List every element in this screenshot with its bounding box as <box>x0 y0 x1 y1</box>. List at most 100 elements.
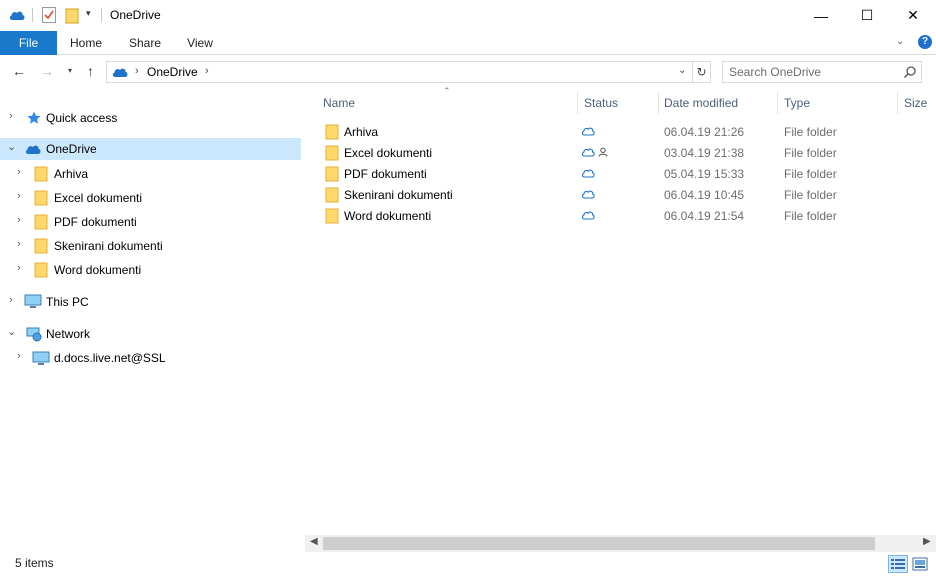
collapse-chevron-icon[interactable]: ⌄ <box>7 140 16 153</box>
tab-home[interactable]: Home <box>62 31 110 55</box>
help-icon[interactable]: ? <box>918 35 932 49</box>
minimize-button[interactable]: — <box>798 0 844 31</box>
forward-arrow-icon[interactable]: → <box>40 63 54 79</box>
nav-item-label: Arhiva <box>54 167 89 181</box>
tab-share[interactable]: Share <box>122 31 168 55</box>
close-button[interactable]: ✕ <box>890 0 936 31</box>
breadcrumb-onedrive[interactable]: OneDrive <box>147 65 198 79</box>
horizontal-scrollbar[interactable]: ◀ ▶ <box>305 535 936 552</box>
properties-icon[interactable] <box>42 7 56 23</box>
column-divider[interactable] <box>577 92 578 114</box>
column-divider[interactable] <box>658 92 659 114</box>
cloud-status-icon <box>581 188 595 202</box>
nav-item-pdf-dokumenti[interactable]: › PDF dokumenti <box>0 211 301 233</box>
network-drive-icon <box>32 350 50 369</box>
column-header-row: ⌃ Name Status Date modified Type Size <box>305 86 936 117</box>
file-date: 03.04.19 21:38 <box>664 146 745 160</box>
nav-item-network-drive[interactable]: › d.docs.live.net@SSL <box>0 347 301 369</box>
expand-chevron-icon[interactable]: › <box>17 190 21 202</box>
column-header-size[interactable]: Size <box>904 96 927 110</box>
network-icon <box>24 326 42 345</box>
expand-chevron-icon[interactable]: › <box>17 238 21 250</box>
status-bar: 5 items <box>0 552 936 576</box>
cloud-status-icon <box>581 209 595 223</box>
scrollbar-thumb[interactable] <box>323 537 875 550</box>
nav-item-label: Skenirani dokumenti <box>54 239 163 253</box>
scroll-right-arrow-icon[interactable]: ▶ <box>923 536 931 547</box>
onedrive-cloud-icon[interactable] <box>8 8 26 25</box>
onedrive-cloud-icon <box>111 66 129 81</box>
nav-item-network[interactable]: ⌄ Network <box>0 323 301 345</box>
file-row[interactable]: Arhiva 06.04.19 21:26 File folder <box>305 121 905 142</box>
nav-item-word-dokumenti[interactable]: › Word dokumenti <box>0 259 301 281</box>
tab-file[interactable]: File <box>0 31 57 55</box>
file-date: 06.04.19 21:26 <box>664 125 745 139</box>
folder-icon <box>34 214 48 233</box>
nav-item-excel-dokumenti[interactable]: › Excel dokumenti <box>0 187 301 209</box>
file-row[interactable]: PDF dokumenti 05.04.19 15:33 File folder <box>305 163 905 184</box>
up-arrow-icon[interactable]: ↑ <box>87 63 94 79</box>
cloud-status-icon <box>581 167 595 181</box>
tab-view[interactable]: View <box>180 31 220 55</box>
details-view-icon[interactable] <box>888 555 908 573</box>
file-row[interactable]: Word dokumenti 06.04.19 21:54 File folde… <box>305 205 905 226</box>
nav-item-skenirani-dokumenti[interactable]: › Skenirani dokumenti <box>0 235 301 257</box>
scroll-left-arrow-icon[interactable]: ◀ <box>310 536 318 547</box>
refresh-icon[interactable]: ↻ <box>693 61 711 83</box>
expand-chevron-icon[interactable]: › <box>17 166 21 178</box>
back-arrow-icon[interactable]: ← <box>12 63 26 79</box>
file-row[interactable]: Excel dokumenti 03.04.19 21:38 File fold… <box>305 142 905 163</box>
cloud-status-icon <box>581 146 595 160</box>
address-bar[interactable]: › OneDrive › ⌄ <box>106 61 693 83</box>
maximize-button[interactable]: ☐ <box>844 0 890 31</box>
nav-item-arhiva[interactable]: › Arhiva <box>0 163 301 185</box>
nav-item-label: This PC <box>46 295 89 309</box>
file-date: 06.04.19 10:45 <box>664 188 745 202</box>
column-header-date-modified[interactable]: Date modified <box>664 96 738 110</box>
file-row[interactable]: Skenirani dokumenti 06.04.19 10:45 File … <box>305 184 905 205</box>
nav-item-label: Network <box>46 327 91 341</box>
expand-ribbon-icon[interactable]: ⌄ <box>896 36 904 47</box>
folder-icon <box>325 145 339 164</box>
expand-chevron-icon[interactable]: › <box>17 262 21 274</box>
column-header-name[interactable]: Name <box>323 96 355 110</box>
toolbar-separator <box>32 8 33 22</box>
nav-item-label: Quick access <box>46 111 118 125</box>
customize-toolbar-dropdown-icon[interactable]: ▾ <box>86 8 91 19</box>
ribbon-tabs: File Home Share View ⌄ ? <box>0 31 936 55</box>
large-icons-view-icon[interactable] <box>910 555 930 573</box>
window-title: OneDrive <box>110 8 161 22</box>
column-header-status[interactable]: Status <box>584 96 618 110</box>
folder-icon <box>325 187 339 206</box>
new-folder-icon[interactable] <box>65 8 79 27</box>
nav-item-quick-access[interactable]: › Quick access <box>0 107 301 129</box>
column-header-type[interactable]: Type <box>784 96 810 110</box>
search-input[interactable] <box>729 65 889 79</box>
search-icon[interactable] <box>903 65 917 82</box>
expand-chevron-icon[interactable]: › <box>9 294 13 306</box>
nav-item-this-pc[interactable]: › This PC <box>0 291 301 313</box>
file-type: File folder <box>784 188 837 202</box>
file-list-pane: ⌃ Name Status Date modified Type Size Ar… <box>305 86 936 552</box>
onedrive-cloud-icon <box>24 143 42 158</box>
expand-chevron-icon[interactable]: › <box>17 214 21 226</box>
collapse-chevron-icon[interactable]: ⌄ <box>7 325 16 338</box>
expand-chevron-icon[interactable]: › <box>17 350 21 362</box>
column-divider[interactable] <box>897 92 898 114</box>
file-explorer-window: ▾ OneDrive — ☐ ✕ File Home Share View ⌄ … <box>0 0 936 576</box>
file-name: PDF dokumenti <box>344 167 427 181</box>
nav-item-onedrive[interactable]: ⌄ OneDrive <box>0 138 301 160</box>
item-count: 5 items <box>15 556 54 570</box>
breadcrumb-chevron-icon[interactable]: › <box>205 65 209 77</box>
breadcrumb-chevron-icon[interactable]: › <box>135 65 139 77</box>
recent-locations-chevron-icon[interactable]: ▾ <box>68 66 72 75</box>
expand-chevron-icon[interactable]: › <box>9 110 13 122</box>
address-history-chevron-icon[interactable]: ⌄ <box>678 65 686 76</box>
column-divider[interactable] <box>777 92 778 114</box>
nav-item-label: Excel dokumenti <box>54 191 143 205</box>
star-icon <box>26 110 42 129</box>
search-box[interactable] <box>722 61 922 83</box>
folder-icon <box>34 262 48 281</box>
folder-icon <box>34 238 48 257</box>
folder-icon <box>34 190 48 209</box>
